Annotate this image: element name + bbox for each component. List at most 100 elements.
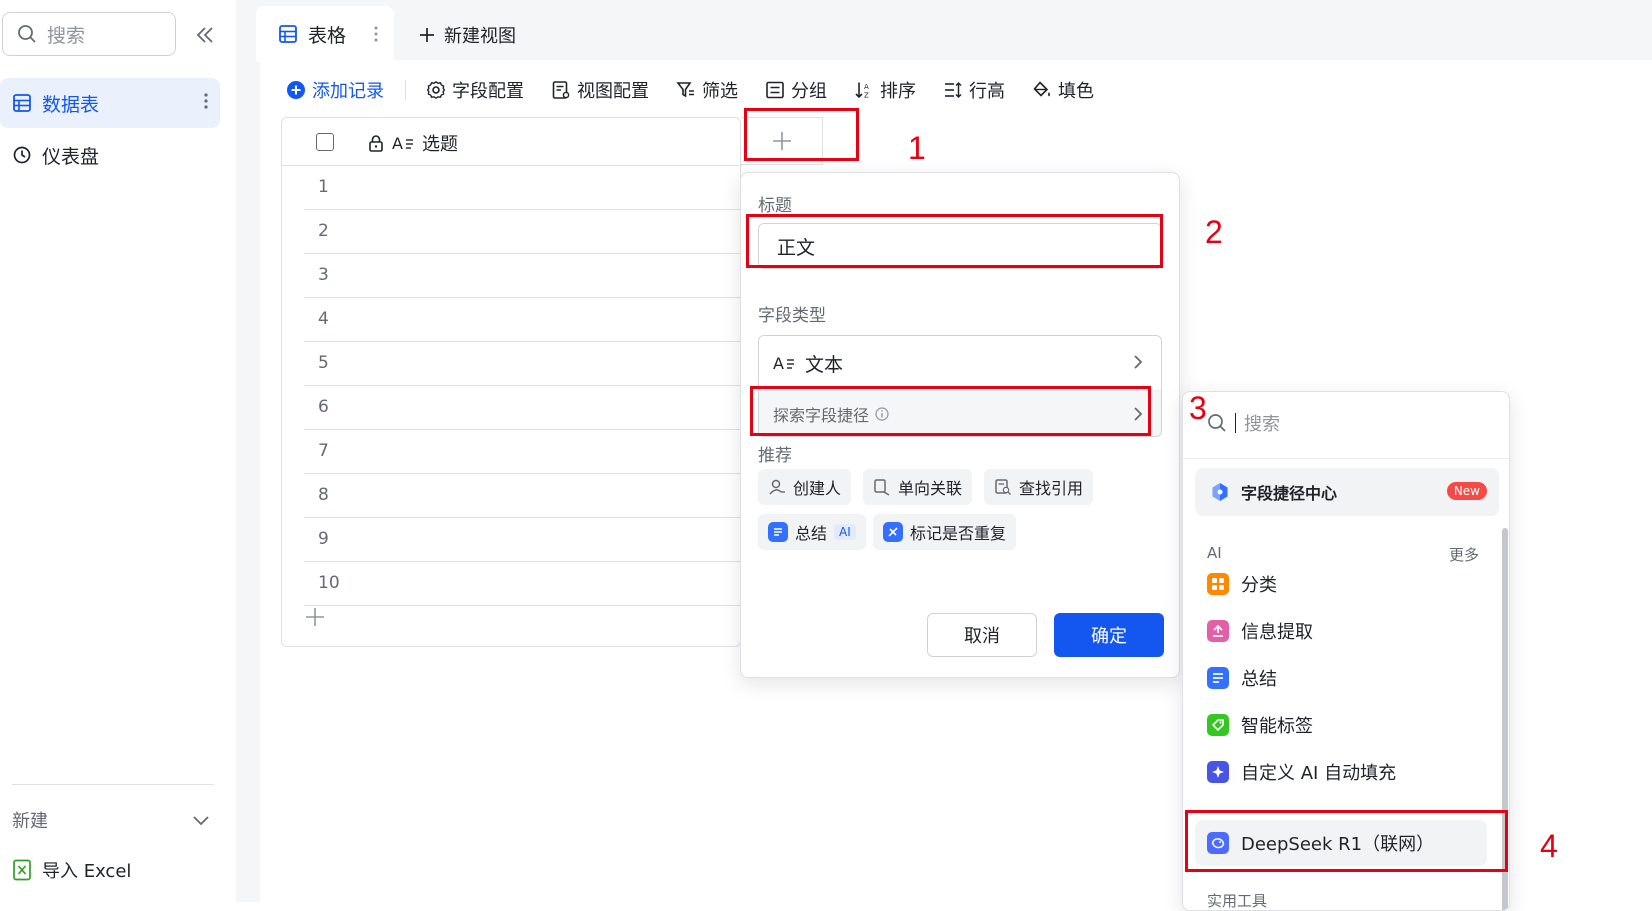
collapse-sidebar-icon[interactable] [192, 22, 218, 48]
add-row-icon[interactable] [304, 606, 326, 628]
filter-icon [676, 82, 694, 98]
shortcut-search-input[interactable]: 搜索 [1207, 406, 1280, 440]
title-label: 标题 [758, 196, 792, 216]
shortcut-item-label: 总结 [1241, 669, 1277, 690]
shortcut-center-icon [1212, 483, 1228, 501]
add-circle-icon [287, 81, 305, 99]
sidebar-new-button[interactable]: 新建 [12, 802, 212, 838]
shortcut-item-label: 信息提取 [1241, 622, 1313, 643]
table-icon [13, 94, 31, 112]
divider [1183, 458, 1509, 459]
svg-text:A: A [864, 83, 869, 91]
chip-creator[interactable]: 创建人 [758, 469, 852, 505]
shortcut-item-info-extract[interactable]: 信息提取 [1207, 611, 1313, 651]
fill-color-button[interactable]: 填色 [1032, 77, 1094, 103]
table-row[interactable]: 6 [304, 386, 742, 430]
summary-icon [768, 522, 788, 542]
info-extract-icon [1207, 620, 1229, 642]
divider [12, 784, 214, 785]
lookup-icon [995, 479, 1011, 495]
tab-table[interactable]: 表格 [256, 6, 394, 62]
field-config-button[interactable]: 字段配置 [426, 77, 524, 103]
shortcut-item-classify[interactable]: 分类 [1207, 564, 1277, 604]
field-config-label: 字段配置 [452, 81, 524, 102]
shortcut-center-item[interactable]: 字段捷径中心 New [1195, 468, 1499, 516]
sidebar-item-datatable[interactable]: 数据表 [0, 78, 220, 128]
table-row[interactable]: 9 [304, 518, 742, 562]
table-row[interactable]: 10 [304, 562, 742, 606]
row-number: 8 [318, 485, 329, 505]
shortcut-item-label: 自定义 AI 自动填充 [1241, 763, 1397, 784]
gear-icon [426, 80, 446, 100]
table-row[interactable]: 7 [304, 430, 742, 474]
table-row[interactable]: 1 [304, 166, 742, 210]
field-header-topic[interactable]: A 选题 [368, 130, 458, 156]
chip-label: 单向关联 [898, 479, 963, 498]
table-row[interactable]: 5 [304, 342, 742, 386]
group-button[interactable]: 分组 [765, 77, 827, 103]
svg-text:A: A [392, 134, 403, 152]
row-number: 10 [318, 573, 340, 593]
dashboard-icon [13, 146, 31, 164]
sidebar-item-dashboard[interactable]: 仪表盘 [0, 130, 220, 180]
table-row[interactable]: 4 [304, 298, 742, 342]
annotation-number-1: 1 [908, 130, 926, 166]
add-record-button[interactable]: 添加记录 [286, 77, 384, 103]
row-number: 5 [318, 353, 329, 373]
group-icon [766, 81, 784, 99]
ai-badge: AI [834, 524, 856, 540]
filter-button[interactable]: 筛选 [676, 77, 738, 103]
row-number: 6 [318, 397, 329, 417]
more-vertical-icon[interactable] [374, 25, 378, 43]
row-number: 9 [318, 529, 329, 549]
chip-mark-duplicate[interactable]: 标记是否重复 [873, 514, 1017, 550]
sidebar-item-label: 仪表盘 [42, 145, 100, 168]
table-row[interactable]: 3 [304, 254, 742, 298]
fill-color-label: 填色 [1058, 81, 1094, 102]
new-badge: New [1446, 482, 1487, 500]
chip-one-way-link[interactable]: 单向关联 [863, 469, 973, 505]
paint-bucket-icon [1033, 81, 1050, 97]
chip-lookup[interactable]: 查找引用 [984, 469, 1094, 505]
shortcut-item-smart-tag[interactable]: 智能标签 [1207, 705, 1313, 745]
shortcut-center-label: 字段捷径中心 [1241, 484, 1338, 503]
link-icon [874, 479, 890, 496]
add-record-label: 添加记录 [312, 81, 384, 102]
row-height-button[interactable]: 行高 [943, 77, 1005, 103]
shortcut-item-summary[interactable]: 总结 [1207, 658, 1277, 698]
chevron-right-icon [1134, 355, 1143, 369]
sort-button[interactable]: AZ 排序 [854, 77, 916, 103]
sidebar-search-input[interactable]: 搜索 [2, 12, 176, 56]
row-number: 1 [318, 177, 329, 197]
chip-summary[interactable]: 总结 AI [758, 514, 866, 550]
select-all-checkbox[interactable] [316, 133, 334, 151]
table-row[interactable]: 8 [304, 474, 742, 518]
sidebar-new-label: 新建 [12, 811, 48, 832]
tag-icon [1207, 714, 1229, 736]
sparkle-icon [1207, 761, 1229, 783]
import-excel-label: 导入 Excel [42, 861, 132, 882]
confirm-button[interactable]: 确定 [1054, 613, 1164, 657]
annotation-box-2 [746, 214, 1163, 268]
more-vertical-icon[interactable] [204, 91, 208, 111]
user-icon [769, 479, 785, 495]
classify-icon [1207, 573, 1229, 595]
plus-icon [420, 28, 434, 42]
duplicate-mark-icon [883, 522, 903, 542]
table-row[interactable]: 2 [304, 210, 742, 254]
shortcut-item-label: 分类 [1241, 575, 1277, 596]
chip-label: 创建人 [793, 479, 842, 498]
view-config-button[interactable]: 视图配置 [551, 77, 649, 103]
new-view-button[interactable]: 新建视图 [418, 18, 516, 52]
row-number: 7 [318, 441, 329, 461]
text-type-icon: A [773, 354, 794, 372]
import-excel-button[interactable]: 导入 Excel [12, 852, 131, 888]
more-link[interactable]: 更多 [1449, 544, 1479, 565]
field-type-dropdown[interactable]: A 文本 [759, 336, 1161, 390]
ai-section-label: AI [1207, 544, 1222, 562]
cancel-button[interactable]: 取消 [927, 613, 1037, 657]
chevron-down-icon [193, 816, 209, 826]
table-icon [279, 25, 297, 43]
shortcut-item-label: 智能标签 [1241, 716, 1313, 737]
shortcut-item-custom-ai[interactable]: 自定义 AI 自动填充 [1207, 752, 1396, 792]
